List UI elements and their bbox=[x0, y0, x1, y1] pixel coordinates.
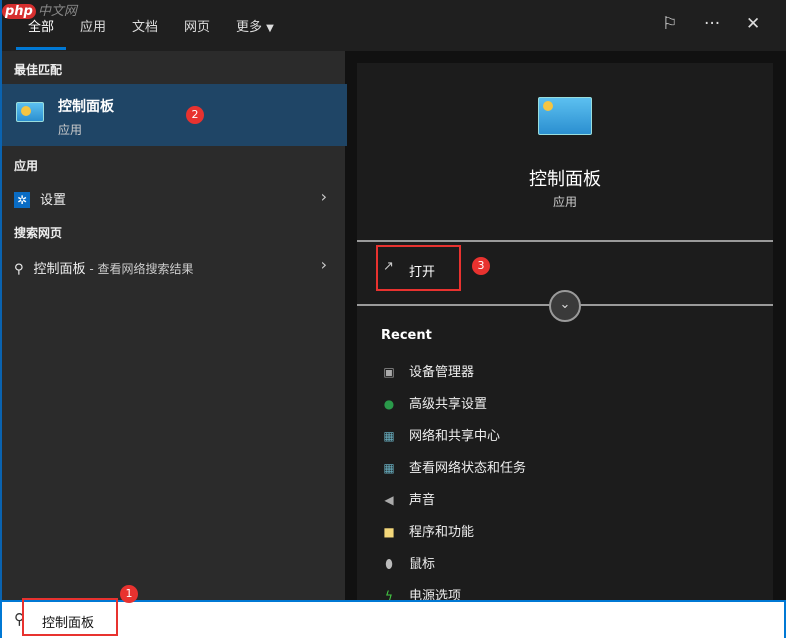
control-panel-icon bbox=[16, 102, 44, 122]
chevron-right-icon[interactable]: › bbox=[321, 255, 327, 274]
device-manager-icon: ▣ bbox=[383, 365, 395, 379]
caret-down-icon: ▼ bbox=[266, 23, 274, 34]
recent-item[interactable]: ⬮ 鼠标 bbox=[381, 553, 435, 572]
recent-item[interactable]: ● 高级共享设置 bbox=[381, 393, 487, 412]
chevron-right-icon[interactable]: › bbox=[321, 187, 327, 206]
network-icon: ▦ bbox=[383, 429, 395, 443]
step-badge: 2 bbox=[186, 106, 204, 124]
best-match-item[interactable]: 控制面板 应用 2 bbox=[2, 84, 347, 146]
preview-panel: 控制面板 应用 ↗ 打开 3 ⌄ Recent ▣ 设备管理器 ● 高级共享设置 ▦… bbox=[357, 63, 773, 604]
tab-web[interactable]: 网页 bbox=[184, 16, 210, 35]
recent-item[interactable]: ▦ 查看网络状态和任务 bbox=[381, 457, 526, 476]
preview-title: 控制面板 bbox=[529, 169, 601, 190]
web-header: 搜索网页 bbox=[14, 226, 63, 240]
recent-item[interactable]: ▦ 网络和共享中心 bbox=[381, 425, 500, 444]
results-panel: 最佳匹配 控制面板 应用 2 应用 ✲ 设置 › 搜索网页 ⚲ 控制面板 - 查看网… bbox=[0, 51, 347, 600]
apps-header: 应用 bbox=[14, 159, 39, 173]
feedback-icon[interactable]: ⚐ bbox=[662, 14, 677, 34]
network-icon: ▦ bbox=[383, 461, 395, 475]
search-input[interactable]: 控制面板 bbox=[42, 612, 94, 631]
best-match-subtitle: 应用 bbox=[58, 123, 83, 137]
web-search-item[interactable]: ⚲ 控制面板 - 查看网络搜索结果 bbox=[14, 258, 344, 277]
open-button[interactable]: ↗ 打开 bbox=[376, 245, 461, 291]
tab-apps[interactable]: 应用 bbox=[80, 16, 106, 35]
top-bar: php 中文网 全部 应用 文档 网页 更多 ▼ ⚐ ··· ✕ bbox=[0, 0, 786, 51]
step-badge: 1 bbox=[120, 585, 138, 603]
search-icon: ⚲ bbox=[14, 262, 24, 277]
recent-header: Recent bbox=[381, 328, 432, 343]
app-item-settings[interactable]: ✲ 设置 bbox=[14, 189, 344, 208]
open-icon: ↗ bbox=[383, 259, 394, 274]
best-match-header: 最佳匹配 bbox=[14, 63, 63, 77]
active-tab-indicator bbox=[16, 47, 66, 50]
preview-subtitle: 应用 bbox=[552, 195, 577, 209]
best-match-title: 控制面板 bbox=[58, 99, 114, 115]
programs-icon: ■ bbox=[383, 525, 395, 539]
mouse-icon: ⬮ bbox=[385, 557, 393, 571]
speaker-icon: ◀ bbox=[384, 493, 394, 507]
sharing-icon: ● bbox=[383, 397, 395, 411]
tab-documents[interactable]: 文档 bbox=[132, 16, 158, 35]
tab-all[interactable]: 全部 bbox=[28, 16, 54, 35]
step-badge: 3 bbox=[472, 257, 490, 275]
tab-more[interactable]: 更多 ▼ bbox=[236, 16, 274, 35]
expand-button[interactable]: ⌄ bbox=[549, 290, 581, 322]
control-panel-large-icon bbox=[538, 97, 592, 135]
recent-item[interactable]: ◀ 声音 bbox=[381, 489, 435, 508]
close-icon[interactable]: ✕ bbox=[746, 14, 760, 34]
settings-icon: ✲ bbox=[14, 192, 30, 208]
recent-item[interactable]: ▣ 设备管理器 bbox=[381, 361, 474, 380]
recent-item[interactable]: ■ 程序和功能 bbox=[381, 521, 474, 540]
more-icon[interactable]: ··· bbox=[704, 14, 720, 34]
divider bbox=[357, 240, 773, 242]
search-bar[interactable]: ⚲ 控制面板 1 bbox=[0, 585, 786, 638]
